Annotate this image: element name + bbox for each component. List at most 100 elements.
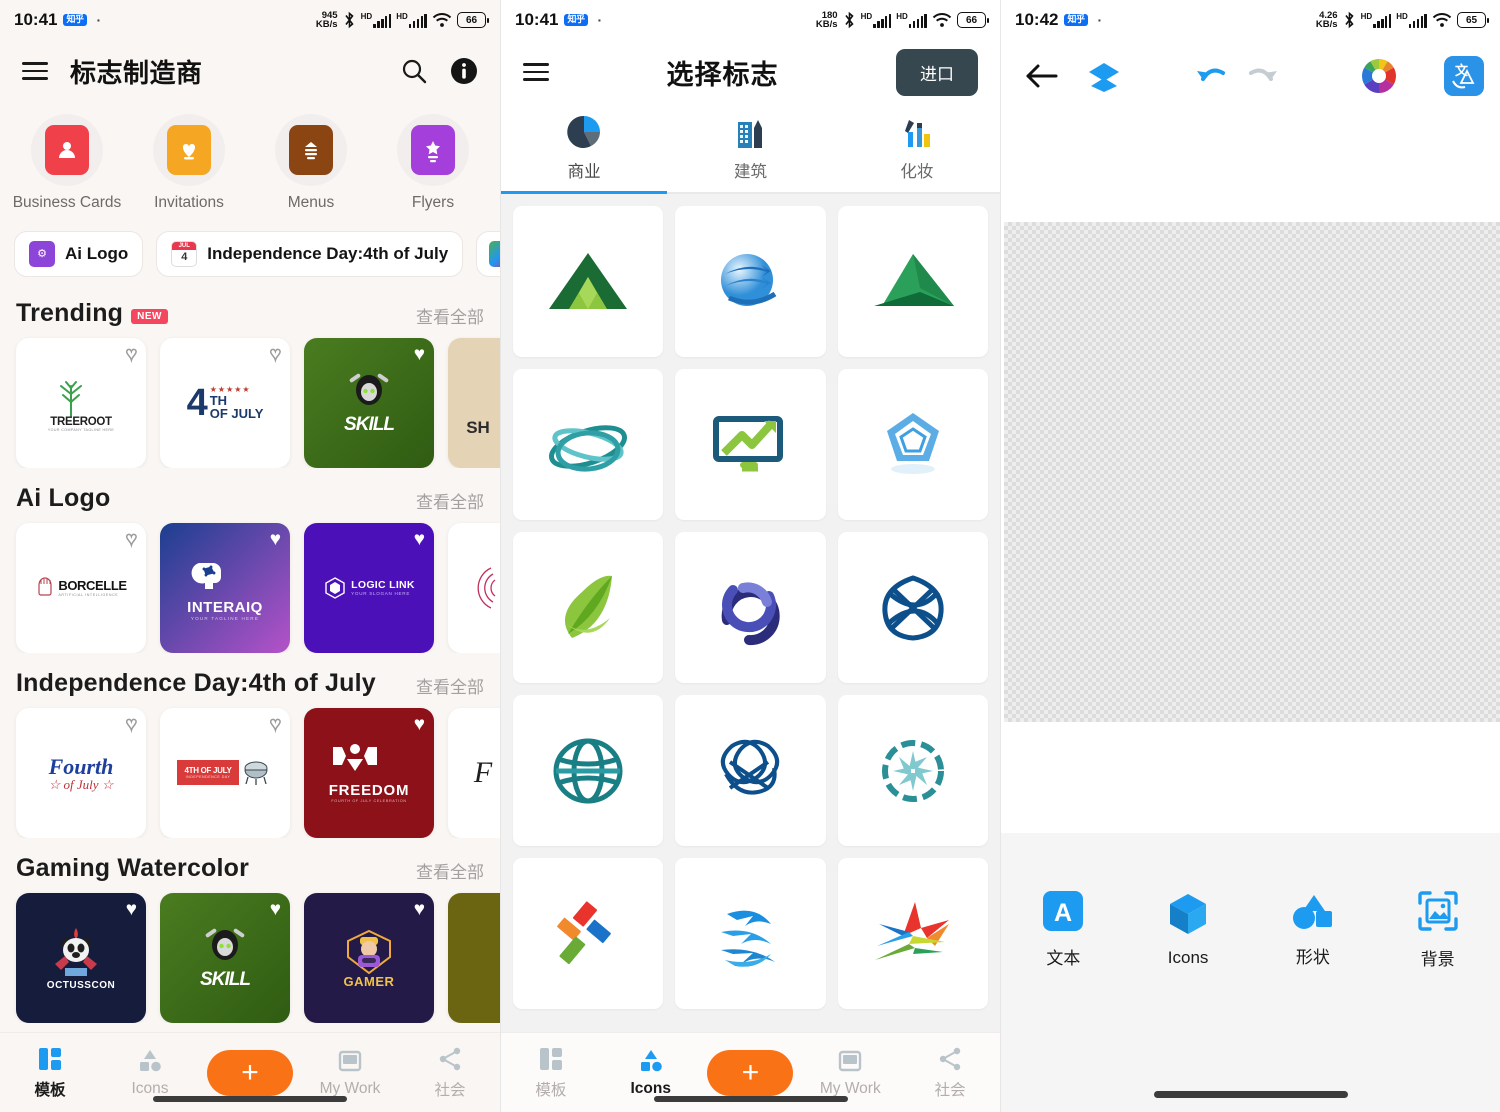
see-all-link[interactable]: 查看全部: [416, 858, 484, 883]
bottom-nav-templates[interactable]: 模板: [501, 1046, 601, 1100]
tab-architecture[interactable]: 建筑: [667, 104, 833, 192]
status-dot: ·: [96, 12, 102, 28]
undo-icon[interactable]: [1193, 61, 1229, 91]
logo-cell-hexagon-gem[interactable]: [837, 369, 988, 520]
bottom-nav-templates[interactable]: 模板: [0, 1046, 100, 1100]
category-menus[interactable]: Menus: [250, 114, 372, 213]
logo-cell-leaf[interactable]: [513, 532, 664, 683]
template-row-independence-day[interactable]: ♥ Fourth ☆ of July ☆ ♥ 4TH OF JULY INDEP…: [0, 698, 500, 838]
import-button[interactable]: 进口: [896, 48, 978, 96]
logo-cell-monitor-growth[interactable]: [675, 369, 826, 520]
hamburger-icon[interactable]: [22, 57, 48, 85]
logo-cell-mountain[interactable]: [513, 206, 664, 357]
category-row: Business Cards Invitations Menus Flyers: [0, 102, 500, 217]
favorite-icon[interactable]: ♥: [125, 344, 138, 365]
home-indicator[interactable]: [1153, 1091, 1348, 1098]
logo-cell-starburst-ring[interactable]: [837, 695, 988, 846]
logo-cell-peak[interactable]: [837, 206, 988, 357]
network-speed: 180 KB/s: [815, 9, 838, 30]
favorite-icon[interactable]: ♥: [125, 714, 138, 735]
bottom-nav-create[interactable]: +: [701, 1049, 801, 1096]
redo-icon[interactable]: [1245, 61, 1281, 91]
template-card[interactable]: ♥ 4 ★★★★★ TH OF JULY: [160, 337, 290, 468]
favorite-icon[interactable]: ♥: [270, 530, 281, 549]
bottom-nav-create[interactable]: +: [200, 1049, 300, 1096]
logo-cell-atom-knot[interactable]: [837, 532, 988, 683]
template-card[interactable]: ♥ SKILL: [304, 337, 434, 468]
category-invitations[interactable]: Invitations: [128, 114, 250, 213]
template-card[interactable]: ♥ 4TH OF JULY INDEPENDENCE DAY: [160, 707, 290, 838]
favorite-icon[interactable]: ♥: [270, 900, 281, 919]
template-card[interactable]: ♥ TREEROOT YOUR COMPANY TAGLINE HERE: [16, 337, 146, 468]
favorite-icon[interactable]: ♥: [414, 530, 425, 549]
layers-icon[interactable]: [1087, 60, 1121, 92]
logo-cell-swoosh-star[interactable]: [837, 858, 988, 1009]
translate-icon[interactable]: 文: [1443, 55, 1485, 97]
bottom-nav-icons[interactable]: Icons: [100, 1048, 200, 1098]
transparent-canvas[interactable]: [1004, 222, 1500, 722]
chip-more[interactable]: [476, 230, 500, 277]
bottom-nav-my-work[interactable]: My Work: [300, 1048, 400, 1098]
chip-ai-logo[interactable]: ⚙ Ai Logo: [14, 230, 144, 277]
search-icon[interactable]: [400, 57, 428, 85]
category-flyers[interactable]: Flyers: [372, 114, 494, 213]
template-card[interactable]: [448, 522, 500, 653]
template-card[interactable]: F: [448, 707, 500, 838]
template-card[interactable]: ♥ BORCELLE ARTIFICIAL INTELLIGENCE: [16, 522, 146, 653]
color-wheel-icon[interactable]: [1361, 58, 1397, 94]
plus-fab-icon[interactable]: +: [207, 1049, 293, 1096]
bottom-nav-social[interactable]: 社会: [400, 1046, 500, 1100]
ai-chip-icon: ⚙: [29, 240, 55, 267]
bluetooth-icon: [1343, 11, 1356, 29]
logo-cell-wave-arrows[interactable]: [675, 858, 826, 1009]
tool-text[interactable]: A 文本: [1001, 890, 1126, 969]
template-card[interactable]: SH: [448, 337, 500, 468]
template-card[interactable]: ♥ Fourth ☆ of July ☆: [16, 707, 146, 838]
template-row-ai-logo[interactable]: ♥ BORCELLE ARTIFICIAL INTELLIGENCE ♥ INT…: [0, 513, 500, 653]
home-indicator[interactable]: [653, 1096, 848, 1102]
favorite-icon[interactable]: ♥: [269, 714, 282, 735]
tab-label: 建筑: [733, 163, 767, 181]
info-icon[interactable]: [450, 57, 478, 85]
hamburger-icon[interactable]: [523, 58, 549, 86]
see-all-link[interactable]: 查看全部: [416, 488, 484, 513]
favorite-icon[interactable]: ♥: [126, 900, 137, 919]
favorite-icon[interactable]: ♥: [414, 900, 425, 919]
plus-fab-icon[interactable]: +: [707, 1049, 794, 1096]
card-sub: INDEPENDENCE DAY: [185, 775, 231, 780]
home-indicator[interactable]: [153, 1096, 347, 1102]
bottom-nav-icons[interactable]: Icons: [601, 1048, 701, 1098]
logo-cell-ribbon[interactable]: [513, 369, 664, 520]
see-all-link[interactable]: 查看全部: [416, 673, 484, 698]
logo-cell-sphere[interactable]: [513, 695, 664, 846]
favorite-icon[interactable]: ♥: [414, 715, 425, 734]
logo-cell-loop-knot[interactable]: [675, 695, 826, 846]
template-card[interactable]: ♥ LOGIC LINK YOUR SLOGAN HERE: [304, 522, 434, 653]
chip-independence-day[interactable]: JUL 4 Independence Day:4th of July: [156, 230, 464, 277]
editor-toolbar: 文 保存: [1001, 40, 1500, 112]
template-row-gaming-watercolor[interactable]: ♥ OCTUSSCON ♥ SKILL ♥ GAMER: [0, 883, 500, 1023]
template-row-trending[interactable]: ♥ TREEROOT YOUR COMPANY TAGLINE HERE ♥ 4…: [0, 328, 500, 468]
logo-cell-swirl[interactable]: [675, 532, 826, 683]
template-card[interactable]: [448, 892, 500, 1023]
template-card[interactable]: ♥ OCTUSSCON: [16, 892, 146, 1023]
logo-cell-globe-arrows[interactable]: [675, 206, 826, 357]
favorite-icon[interactable]: ♥: [269, 344, 282, 365]
template-card[interactable]: ♥ GAMER: [304, 892, 434, 1023]
tool-shapes[interactable]: 形状: [1251, 891, 1376, 968]
bottom-nav-social[interactable]: 社会: [900, 1046, 1000, 1100]
tab-cosmetics[interactable]: 化妆: [834, 104, 1000, 192]
tool-background[interactable]: 背景: [1375, 889, 1500, 970]
back-arrow-icon[interactable]: [1025, 61, 1059, 91]
logo-cell-arrow-cross[interactable]: [513, 858, 664, 1009]
template-card[interactable]: ♥ INTERAIQ YOUR TAGLINE HERE: [160, 522, 290, 653]
category-business-cards[interactable]: Business Cards: [6, 114, 128, 213]
favorite-icon[interactable]: ♥: [125, 529, 138, 550]
see-all-link[interactable]: 查看全部: [416, 303, 484, 328]
tool-icons[interactable]: Icons: [1126, 892, 1251, 968]
bottom-nav-my-work[interactable]: My Work: [800, 1048, 900, 1098]
template-card[interactable]: ♥ FREEDOM FOURTH OF JULY CELEBRATION: [304, 707, 434, 838]
favorite-icon[interactable]: ♥: [414, 345, 425, 364]
template-card[interactable]: ♥ SKILL: [160, 892, 290, 1023]
tab-business[interactable]: 商业: [501, 104, 668, 194]
